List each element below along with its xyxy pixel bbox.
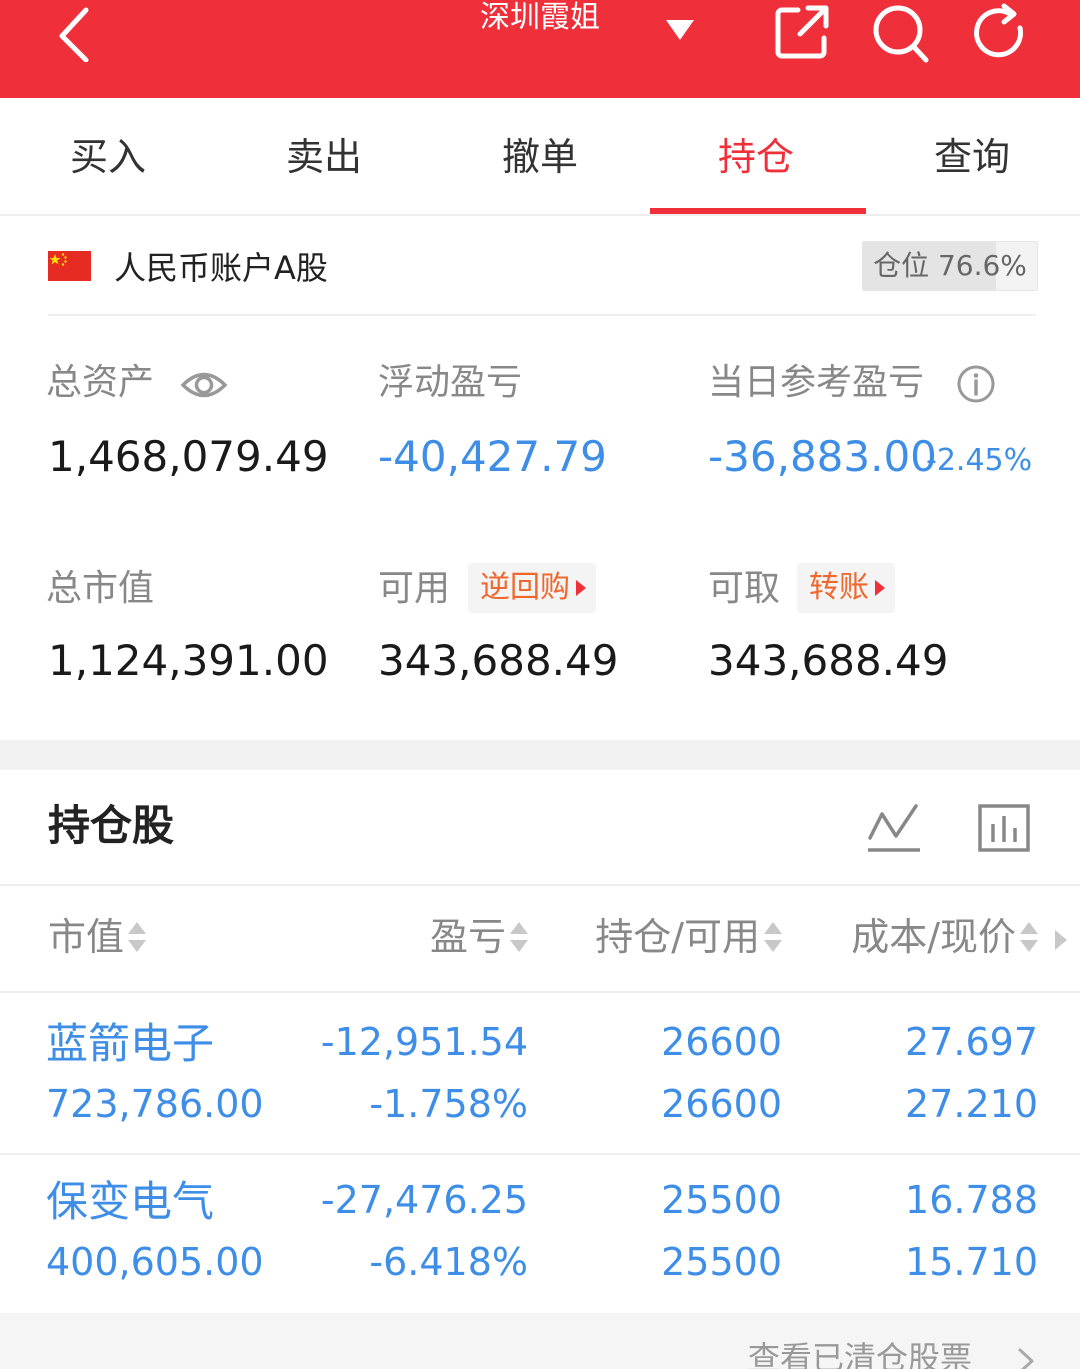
tab-holdings[interactable]: 持仓 bbox=[648, 98, 864, 214]
top-bar: 深圳霞姐 bbox=[0, 0, 1080, 98]
chevron-right-icon[interactable] bbox=[1014, 1346, 1038, 1369]
market-value-label: 总市值 bbox=[46, 568, 155, 609]
column-header-pl[interactable]: 盈亏 bbox=[430, 912, 528, 962]
column-label: 盈亏 bbox=[429, 915, 506, 959]
position-label: 仓位 76.6% bbox=[873, 249, 1027, 282]
trade-tabs: 买入 卖出 撤单 持仓 查询 bbox=[0, 98, 1080, 216]
stock-available: 26600 bbox=[661, 1082, 782, 1126]
active-tab-indicator bbox=[650, 208, 866, 214]
back-icon[interactable] bbox=[52, 6, 100, 62]
withdrawable-label: 可取 bbox=[708, 568, 781, 609]
reverse-repo-label: 逆回购 bbox=[480, 570, 570, 605]
line-chart-icon[interactable] bbox=[866, 800, 922, 856]
column-label: 成本/现价 bbox=[851, 915, 1016, 959]
column-header-market-value[interactable]: 市值 bbox=[48, 912, 147, 962]
sort-icon bbox=[764, 920, 782, 954]
stock-pl: -12,951.54 bbox=[320, 1020, 528, 1064]
cleared-stocks-link[interactable]: 查看已清仓股票 bbox=[748, 1336, 972, 1369]
share-icon[interactable] bbox=[772, 2, 832, 64]
transfer-label: 转账 bbox=[809, 570, 869, 605]
sort-icon bbox=[510, 920, 528, 954]
stock-pl-percent: -1.758% bbox=[369, 1082, 528, 1126]
stock-cost: 16.788 bbox=[905, 1178, 1038, 1222]
stock-holding: 25500 bbox=[661, 1178, 782, 1222]
daily-pl-label: 当日参考盈亏 bbox=[708, 362, 925, 403]
stock-pl-percent: -6.418% bbox=[369, 1240, 528, 1284]
stock-cost: 27.697 bbox=[905, 1020, 1038, 1064]
reverse-repo-button[interactable]: 逆回购 bbox=[468, 563, 596, 613]
column-label: 持仓/可用 bbox=[595, 915, 760, 959]
tab-query[interactable]: 查询 bbox=[864, 98, 1080, 214]
tab-cancel[interactable]: 撤单 bbox=[432, 98, 648, 214]
stock-market-value: 400,605.00 bbox=[46, 1240, 264, 1284]
holdings-title: 持仓股 bbox=[48, 801, 175, 850]
float-pl-value: -40,427.79 bbox=[378, 432, 607, 481]
holding-row[interactable]: 蓝箭电子 723,786.00 -12,951.54 -1.758% 26600… bbox=[0, 993, 1080, 1153]
stock-price: 27.210 bbox=[905, 1082, 1038, 1126]
scroll-right-icon[interactable] bbox=[1055, 930, 1067, 950]
total-assets-label: 总资产 bbox=[46, 362, 155, 403]
available-value: 343,688.49 bbox=[378, 636, 619, 685]
withdrawable-value: 343,688.49 bbox=[708, 636, 949, 685]
stock-market-value: 723,786.00 bbox=[46, 1082, 264, 1126]
account-name: 人民币账户A股 bbox=[114, 249, 328, 287]
column-header-holding-available[interactable]: 持仓/可用 bbox=[595, 912, 782, 962]
daily-pl-percent: -2.45% bbox=[926, 443, 1033, 478]
eye-icon[interactable] bbox=[180, 366, 228, 404]
account-title[interactable]: 深圳霞姐 bbox=[440, 0, 640, 38]
daily-pl-value: -36,883.00 bbox=[708, 432, 937, 481]
bar-chart-icon[interactable] bbox=[976, 800, 1032, 856]
column-header-cost-price[interactable]: 成本/现价 bbox=[851, 912, 1038, 962]
stock-holding: 26600 bbox=[661, 1020, 782, 1064]
stock-price: 15.710 bbox=[905, 1240, 1038, 1284]
total-assets-value: 1,468,079.49 bbox=[48, 432, 329, 481]
divider bbox=[0, 884, 1080, 886]
china-flag-icon bbox=[48, 251, 91, 281]
divider bbox=[48, 314, 1036, 316]
column-label: 市值 bbox=[48, 915, 125, 959]
tab-sell[interactable]: 卖出 bbox=[216, 98, 432, 214]
info-icon[interactable] bbox=[956, 364, 996, 404]
holding-row[interactable]: 保变电气 400,605.00 -27,476.25 -6.418% 25500… bbox=[0, 1155, 1080, 1315]
available-label: 可用 bbox=[378, 568, 451, 609]
sort-icon bbox=[128, 920, 147, 954]
arrow-right-icon bbox=[576, 580, 586, 596]
tab-buy[interactable]: 买入 bbox=[0, 98, 216, 214]
float-pl-label: 浮动盈亏 bbox=[378, 362, 523, 403]
arrow-right-icon bbox=[875, 580, 885, 596]
transfer-button[interactable]: 转账 bbox=[797, 563, 895, 613]
refresh-icon[interactable] bbox=[970, 2, 1030, 64]
sort-icon bbox=[1020, 920, 1038, 954]
stock-available: 25500 bbox=[661, 1240, 782, 1284]
caret-down-icon[interactable] bbox=[664, 16, 696, 44]
position-badge: 仓位 76.6% bbox=[862, 241, 1038, 291]
search-icon[interactable] bbox=[870, 2, 930, 64]
stock-pl: -27,476.25 bbox=[320, 1178, 528, 1222]
section-separator bbox=[0, 740, 1080, 770]
market-value-value: 1,124,391.00 bbox=[48, 636, 329, 685]
stock-name: 蓝箭电子 bbox=[46, 1019, 215, 1068]
stock-name: 保变电气 bbox=[46, 1177, 215, 1226]
